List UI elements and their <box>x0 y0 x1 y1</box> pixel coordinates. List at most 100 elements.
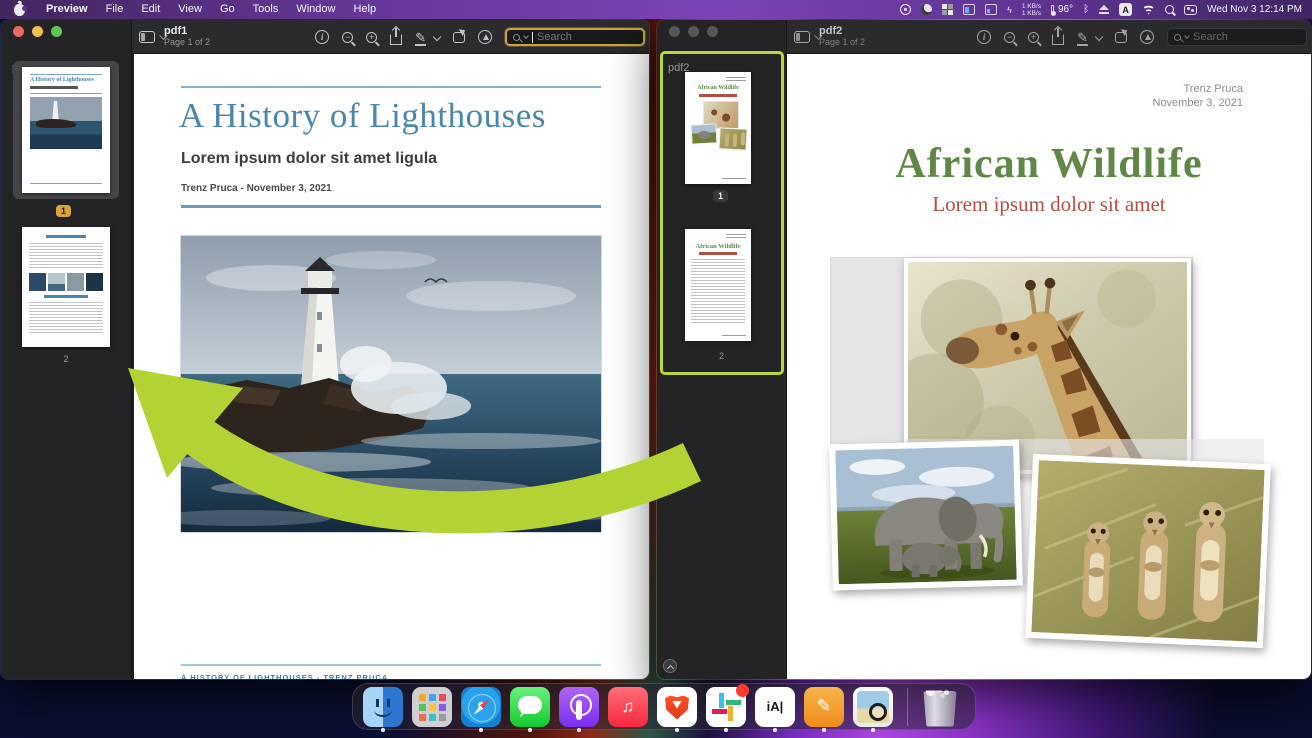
wifi-icon[interactable] <box>1142 5 1155 15</box>
sidebar-toggle-icon[interactable] <box>794 31 810 43</box>
pdf1-main-area: pdf1 Page 1 of 2 i − + ✎ S <box>132 20 649 679</box>
running-indicator-dot <box>381 728 385 732</box>
annotate-icon[interactable] <box>1140 30 1154 44</box>
dock-pen-icon[interactable]: ✎ <box>804 687 844 727</box>
doc-date: November 3, 2021 <box>1153 96 1244 110</box>
thumb-subtitle-line <box>699 252 737 255</box>
dock-podcasts-icon[interactable] <box>559 687 599 727</box>
apple-menu-icon[interactable] <box>14 4 25 16</box>
markup-dropdown-icon[interactable] <box>1095 33 1103 41</box>
zoom-out-icon[interactable]: − <box>1004 32 1015 43</box>
pdf2-main-area: pdf2 Page 1 of 2 i − + ✎ Search <box>787 20 1311 679</box>
thumb-subtitle-line <box>30 86 78 89</box>
share-icon[interactable] <box>390 34 402 45</box>
thumb-heading-line <box>46 235 86 238</box>
menu-app-preview[interactable]: Preview <box>37 0 97 19</box>
dock-trash-icon[interactable] <box>922 691 958 727</box>
running-indicator-dot <box>479 728 483 732</box>
search-input[interactable]: Search <box>1167 28 1307 46</box>
zoom-in-icon[interactable]: + <box>1028 32 1039 43</box>
preview-window-pdf1: pdf1 A History of Lighthouses 1 <box>0 19 650 680</box>
share-icon[interactable] <box>1052 34 1064 45</box>
zoom-out-icon[interactable]: − <box>342 32 353 43</box>
markup-dropdown-icon[interactable] <box>433 33 441 41</box>
menu-go[interactable]: Go <box>211 0 244 19</box>
dock-finder-icon[interactable] <box>363 687 403 727</box>
page-2-number: 2 <box>1 354 131 364</box>
doc-author-block: Trenz Pruca November 3, 2021 <box>1153 82 1244 110</box>
pdf2-content[interactable]: Trenz Pruca November 3, 2021 African Wil… <box>787 54 1311 679</box>
status-app-icon[interactable] <box>900 4 911 15</box>
menu-file[interactable]: File <box>97 0 133 19</box>
thumb-text-block <box>29 302 103 334</box>
network-speed[interactable]: 1 KB/s 1 KB/s <box>1022 3 1041 17</box>
close-button[interactable] <box>13 26 24 37</box>
dark-mode-icon[interactable] <box>921 4 932 15</box>
info-icon[interactable]: i <box>315 30 329 44</box>
dock-ia-writer-icon[interactable]: iA| <box>755 687 795 727</box>
thumb-meta-lines <box>722 178 746 180</box>
temperature-reading[interactable]: 96° <box>1058 4 1073 15</box>
markup-pen-icon[interactable]: ✎ <box>415 31 426 44</box>
minimize-button[interactable] <box>688 26 699 37</box>
search-placeholder: Search <box>1193 31 1228 43</box>
page-indicator: Page 1 of 2 <box>819 37 865 48</box>
menu-window[interactable]: Window <box>287 0 344 19</box>
dock-launchpad-icon[interactable] <box>412 687 452 727</box>
thumb-rule <box>30 74 102 75</box>
thumb-mini-photo <box>48 273 65 291</box>
dock-safari-icon[interactable] <box>461 687 501 727</box>
dock-music-icon[interactable]: ♫ <box>608 687 648 727</box>
thumb-text-block <box>691 259 745 325</box>
search-scope-chevron-icon <box>523 33 529 39</box>
spotlight-icon[interactable] <box>1165 5 1174 14</box>
pdf1-page1-thumbnail[interactable]: A History of Lighthouses <box>22 67 110 193</box>
markup-pen-icon[interactable]: ✎ <box>1077 31 1088 44</box>
running-indicator-dot <box>675 728 679 732</box>
lighthouse-photo <box>181 236 601 532</box>
memory-meter-icon[interactable] <box>985 4 997 15</box>
pdf2-titlebar[interactable]: pdf2 Page 1 of 2 i − + ✎ Search <box>787 20 1311 54</box>
info-icon[interactable]: i <box>977 30 991 44</box>
zoom-in-icon[interactable]: + <box>366 32 377 43</box>
pdf1-page: A History of Lighthouses Lorem ipsum dol… <box>134 54 649 679</box>
menu-help[interactable]: Help <box>344 0 385 19</box>
dock-preview-icon[interactable] <box>853 687 893 727</box>
scroll-up-button[interactable] <box>663 659 677 673</box>
pdf1-titlebar[interactable]: pdf1 Page 1 of 2 i − + ✎ S <box>132 20 649 54</box>
cpu-meter-icon[interactable] <box>963 4 975 15</box>
zoom-button[interactable] <box>51 26 62 37</box>
minimize-button[interactable] <box>32 26 43 37</box>
search-icon <box>1174 34 1181 41</box>
search-input[interactable]: Search <box>505 28 645 46</box>
power-bolt-icon[interactable]: ϟ <box>1007 5 1012 15</box>
pdf2-page2-thumbnail[interactable]: African Wildlife <box>685 229 751 341</box>
control-center-icon[interactable] <box>1184 5 1197 15</box>
page-2-number: 2 <box>657 351 786 361</box>
eject-icon[interactable] <box>1099 5 1109 14</box>
thumb-title: A History of Lighthouses <box>30 77 94 83</box>
thumb-title: African Wildlife <box>685 85 751 91</box>
menu-view[interactable]: View <box>169 0 211 19</box>
doc-title: A History of Lighthouses <box>179 96 546 136</box>
doc-title: African Wildlife <box>787 140 1311 188</box>
close-button[interactable] <box>669 26 680 37</box>
rotate-icon[interactable] <box>453 32 465 43</box>
rotate-icon[interactable] <box>1115 32 1127 43</box>
menu-edit[interactable]: Edit <box>132 0 169 19</box>
input-source-icon[interactable]: A <box>1119 3 1132 16</box>
pdf1-page2-thumbnail[interactable] <box>22 227 110 347</box>
zoom-button[interactable] <box>707 26 718 37</box>
bluetooth-icon[interactable]: ᛒ <box>1083 4 1089 15</box>
annotate-icon[interactable] <box>478 30 492 44</box>
status-grid-icon[interactable] <box>942 4 953 15</box>
menu-tools[interactable]: Tools <box>244 0 288 19</box>
dock-messages-icon[interactable] <box>510 687 550 727</box>
pdf2-page1-thumbnail[interactable]: African Wildlife <box>685 72 751 184</box>
dock-brave-icon[interactable] <box>657 687 697 727</box>
dock-slack-icon[interactable] <box>706 687 746 727</box>
thumb-heading-line <box>44 295 88 298</box>
menu-bar-clock[interactable]: Wed Nov 3 12:14 PM <box>1207 4 1302 15</box>
sidebar-toggle-icon[interactable] <box>139 31 155 43</box>
pdf1-content[interactable]: A History of Lighthouses Lorem ipsum dol… <box>132 54 649 679</box>
